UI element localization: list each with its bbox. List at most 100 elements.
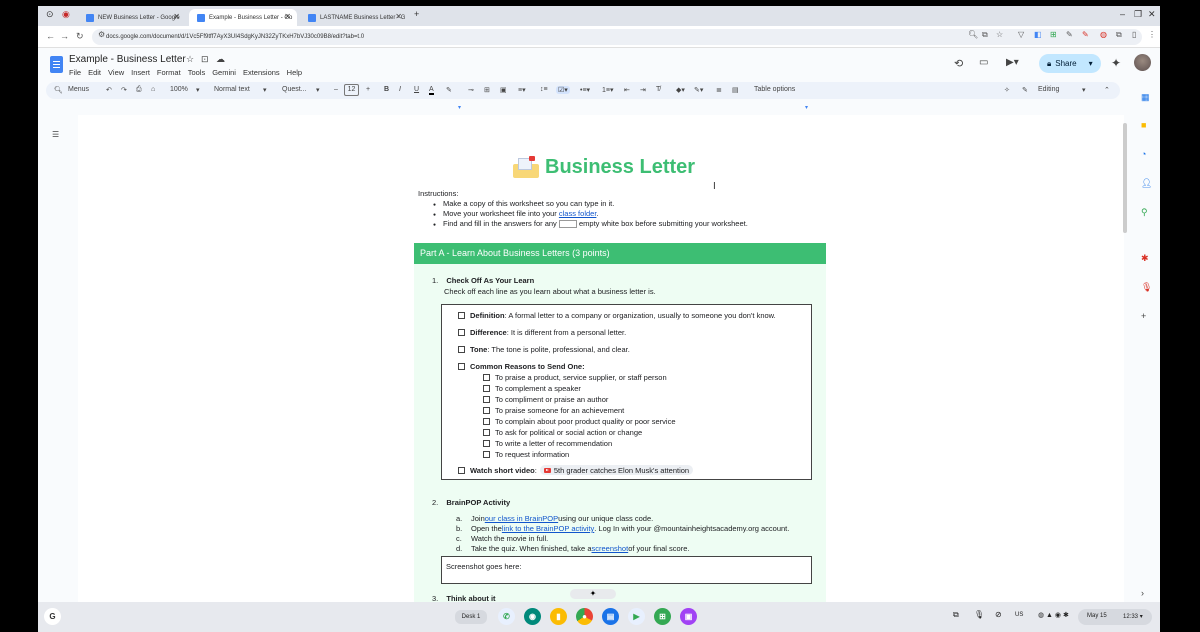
phone-app-icon[interactable]: ✆	[498, 608, 515, 625]
font-select[interactable]: Quest...	[282, 86, 307, 93]
screenshot-link[interactable]: screenshot	[592, 544, 629, 554]
border-dash-icon[interactable]: ▤	[732, 86, 739, 94]
dnd-icon[interactable]: ⊘	[995, 610, 1002, 619]
desk-button[interactable]: Desk 1	[455, 610, 487, 624]
video-link-chip[interactable]: 5th grader catches Elon Musk's attention	[539, 465, 694, 475]
expand-panel-icon[interactable]: ›	[1141, 588, 1144, 598]
sidebar-icon[interactable]: ▯	[1132, 30, 1136, 39]
extension-shield-icon[interactable]: ▽	[1018, 30, 1024, 39]
move-folder-icon[interactable]: ⊡	[201, 54, 209, 65]
clear-formatting-icon[interactable]: T̸	[656, 86, 660, 93]
search-menus-icon[interactable]: 🔍︎	[54, 86, 63, 94]
screenshot-answer-box[interactable]: Screenshot goes here:	[441, 556, 812, 584]
checklist-icon[interactable]: ☑▾	[556, 86, 570, 94]
line-spacing-icon[interactable]: ↕≡	[540, 86, 548, 93]
zoom-icon[interactable]: 🔍︎	[968, 30, 978, 39]
chevron-down-icon[interactable]: ▾	[1082, 86, 1086, 94]
border-width-icon[interactable]: ≣	[716, 86, 722, 94]
sheets-app-icon[interactable]: ⊞	[654, 608, 671, 625]
close-icon[interactable]: ✕	[284, 12, 291, 21]
bookmark-star-icon[interactable]: ☆	[996, 30, 1003, 39]
highlight-icon[interactable]: ✎	[446, 86, 452, 94]
back-icon[interactable]: ←	[46, 31, 55, 41]
link-icon[interactable]: ⊸	[468, 86, 474, 94]
star-icon[interactable]: ☆	[186, 54, 194, 65]
underline-icon[interactable]: U	[414, 86, 419, 93]
checkbox[interactable]	[483, 396, 490, 403]
record-icon[interactable]: ◉	[62, 9, 70, 20]
tab-lastname-business-letter[interactable]: LASTNAME Business Letter - G ✕	[300, 9, 408, 26]
font-size-increase-icon[interactable]: +	[366, 86, 370, 93]
bold-icon[interactable]: B	[384, 86, 389, 93]
contacts-icon[interactable]: 👤︎	[1141, 178, 1152, 189]
decrease-indent-icon[interactable]: ⇤	[624, 86, 630, 94]
share-button[interactable]: 🔒︎ Share ▾	[1039, 54, 1101, 73]
files-app-icon[interactable]: ▤	[602, 608, 619, 625]
increase-indent-icon[interactable]: ⇥	[640, 86, 646, 94]
window-close-icon[interactable]: ✕	[1148, 9, 1156, 20]
maximize-icon[interactable]: ❐	[1134, 9, 1142, 20]
collapse-toolbar-icon[interactable]: ⌃	[1104, 86, 1110, 94]
brainpop-class-link[interactable]: our class in BrainPOP	[485, 514, 558, 524]
bulleted-list-icon[interactable]: •≡▾	[580, 86, 590, 94]
annotate-icon[interactable]: ✎	[1082, 30, 1089, 39]
status-icons[interactable]: ◍ ▲ ◉ ✱	[1038, 611, 1069, 619]
redo-icon[interactable]: ↷	[121, 86, 127, 94]
chevron-down-icon[interactable]: ▾	[263, 86, 267, 94]
docs-logo-icon[interactable]	[50, 56, 63, 73]
extension-icon[interactable]: ◧	[1034, 30, 1042, 39]
menu-tools[interactable]: Tools	[188, 68, 206, 77]
extension-grid-icon[interactable]: ⊞	[1050, 30, 1057, 39]
addon-star-icon[interactable]: ✱	[1141, 253, 1149, 264]
checkbox[interactable]	[458, 466, 465, 474]
gemini-icon[interactable]: ✦	[1111, 56, 1121, 70]
close-icon[interactable]: ✕	[173, 12, 180, 21]
zoom-select[interactable]: 100%	[170, 86, 188, 93]
tab-new-business-letter[interactable]: NEW Business Letter - Google ✕	[78, 9, 186, 26]
numbered-list-icon[interactable]: 1≡▾	[602, 86, 614, 94]
forward-icon[interactable]: →	[60, 31, 69, 41]
document-outline-icon[interactable]: ☰	[52, 130, 59, 139]
fill-color-icon[interactable]: ◆▾	[676, 86, 685, 94]
menu-format[interactable]: Format	[157, 68, 181, 77]
comment-icon[interactable]: ▭	[979, 57, 988, 68]
checkbox[interactable]	[483, 429, 490, 436]
close-icon[interactable]: ✕	[395, 12, 402, 21]
tasks-icon[interactable]: ◔	[1141, 149, 1146, 159]
italic-icon[interactable]: I	[399, 86, 401, 93]
checkbox[interactable]	[483, 385, 490, 392]
chrome-app-icon[interactable]: ●	[576, 608, 593, 625]
menu-gemini[interactable]: Gemini	[212, 68, 236, 77]
font-size-input[interactable]: 12	[344, 84, 359, 96]
reload-icon[interactable]: ↻	[76, 31, 84, 42]
microphone-icon[interactable]: 🎙︎	[1141, 282, 1152, 293]
checkbox[interactable]	[483, 440, 490, 447]
editing-mode-select[interactable]: Editing	[1038, 86, 1059, 93]
checkbox[interactable]	[458, 363, 465, 370]
edit-pencil-icon[interactable]: ✎	[1022, 86, 1028, 94]
minimize-icon[interactable]: –	[1120, 9, 1125, 19]
keep-app-icon[interactable]: ▮	[550, 608, 567, 625]
ruler-indent-icon[interactable]: ▾	[458, 104, 461, 111]
date[interactable]: May 15	[1087, 613, 1107, 619]
keep-icon[interactable]: ■	[1141, 120, 1146, 130]
maps-icon[interactable]: ⚲	[1141, 207, 1148, 218]
add-addon-icon[interactable]: +	[1141, 311, 1146, 321]
play-store-icon[interactable]: ▶	[628, 608, 645, 625]
class-folder-link[interactable]: class folder	[559, 209, 597, 218]
checkbox[interactable]	[483, 418, 490, 425]
image-icon[interactable]: ▣	[500, 86, 507, 94]
meet-app-icon[interactable]: ◉	[524, 608, 541, 625]
chevron-down-icon[interactable]: ▾	[1089, 59, 1093, 68]
floating-add-button[interactable]: ✦	[570, 589, 616, 599]
scrollbar[interactable]	[1123, 123, 1127, 233]
avatar[interactable]	[1134, 54, 1151, 71]
history-icon[interactable]: ⟲	[954, 57, 963, 70]
print-icon[interactable]: ⎙	[136, 86, 142, 94]
paint-format-icon[interactable]: ⌂	[151, 86, 155, 93]
menu-file[interactable]: File	[69, 68, 81, 77]
menu-view[interactable]: View	[108, 68, 124, 77]
border-color-icon[interactable]: ✎▾	[694, 86, 703, 94]
font-size-decrease-icon[interactable]: –	[334, 86, 338, 93]
align-icon[interactable]: ≡▾	[518, 86, 526, 94]
